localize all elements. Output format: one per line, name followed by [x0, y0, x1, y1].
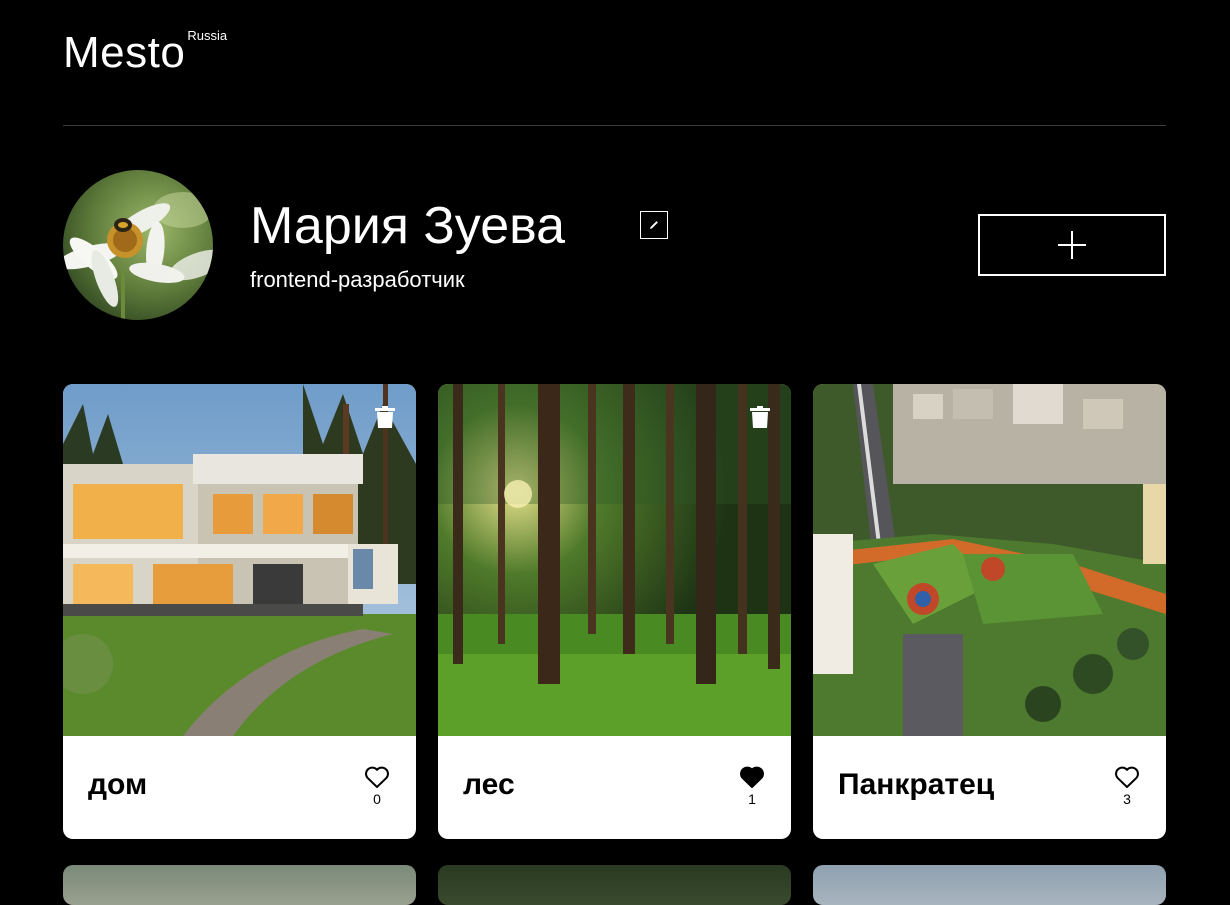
- profile-name: Мария Зуева: [250, 197, 566, 255]
- card-image-next-row[interactable]: [63, 865, 416, 905]
- house-photo: [63, 384, 416, 736]
- like-count: 1: [748, 791, 756, 807]
- heart-filled-icon[interactable]: [739, 765, 765, 789]
- heart-outline-icon[interactable]: [364, 765, 390, 789]
- card-image-next-row[interactable]: [813, 865, 1166, 905]
- card-title: лес: [463, 768, 515, 801]
- avatar-image: [63, 170, 213, 320]
- aerial-gardens-photo: [813, 384, 1166, 736]
- avatar[interactable]: [63, 170, 213, 320]
- like-group: 0: [362, 765, 392, 807]
- like-group: 3: [1112, 765, 1142, 807]
- pencil-icon: [650, 221, 658, 229]
- logo[interactable]: Mesto Russia: [63, 28, 227, 78]
- heart-outline-icon[interactable]: [1114, 765, 1140, 789]
- profile-about: frontend-разработчик: [250, 267, 465, 292]
- card-image-next-row[interactable]: [438, 865, 791, 905]
- like-count: 0: [373, 791, 381, 807]
- plus-icon: [1058, 231, 1086, 259]
- edit-profile-button[interactable]: [640, 211, 668, 239]
- logo-text: Mesto: [63, 28, 186, 77]
- card-image[interactable]: [438, 384, 791, 736]
- like-group: 1: [737, 765, 767, 807]
- logo-region: Russia: [187, 28, 228, 43]
- card-image[interactable]: [813, 384, 1166, 736]
- card-title: Панкратец: [838, 768, 995, 801]
- site-header: Mesto Russia: [63, 0, 1166, 126]
- card-image[interactable]: [63, 384, 416, 736]
- profile: Мария Зуева frontend-разработчик: [63, 170, 1166, 320]
- card-title: дом: [88, 768, 148, 801]
- trash-icon[interactable]: [375, 406, 395, 428]
- add-card-button[interactable]: [978, 214, 1166, 276]
- like-count: 3: [1123, 791, 1131, 807]
- card: лес 1: [438, 384, 791, 839]
- trash-icon[interactable]: [750, 406, 770, 428]
- card: дом 0: [63, 384, 416, 839]
- card: Панкратец 3: [813, 384, 1166, 839]
- forest-photo: [438, 384, 791, 736]
